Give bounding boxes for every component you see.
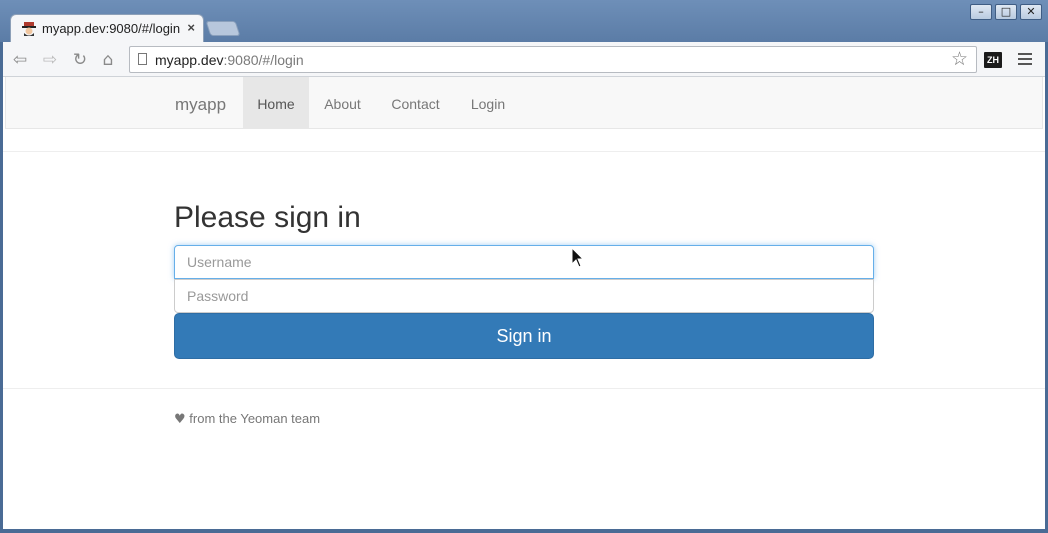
page-viewport: myapp Home About Contact Login Please si… [3,77,1045,529]
zh-extension-icon[interactable]: ZH [984,52,1002,68]
browser-toolbar: ⇦ ⇨ ↻ ⌂ myapp.dev:9080/#/login ☆ [3,42,1045,77]
username-input[interactable] [174,245,874,279]
nav-item-home[interactable]: Home [243,77,309,128]
maximize-button[interactable]: □ [995,4,1017,20]
nav-item-login[interactable]: Login [455,77,521,128]
url-text: myapp.dev:9080/#/login [155,52,304,68]
page-icon [138,53,147,65]
navbar-brand[interactable]: myapp [175,95,226,115]
password-input[interactable] [174,279,874,313]
yeoman-favicon-icon [22,22,36,36]
divider [3,151,1045,152]
address-bar[interactable]: myapp.dev:9080/#/login ☆ [129,46,977,73]
window-controls: – □ ✕ [970,4,1042,20]
window-titlebar: myapp.dev:9080/#/login × – □ ✕ [0,0,1048,42]
close-window-button[interactable]: ✕ [1020,4,1042,20]
footer-text: from the Yeoman team [189,411,321,426]
browser-menu-icon[interactable] [1018,53,1032,68]
bookmark-star-icon[interactable]: ☆ [951,48,968,70]
site-navbar: myapp Home About Contact Login [5,77,1043,129]
tab-close-icon[interactable]: × [187,20,195,36]
page-title: Please sign in [174,201,361,234]
nav-item-contact[interactable]: Contact [376,77,455,128]
mouse-cursor-icon [571,247,585,268]
minimize-button[interactable]: – [970,4,992,20]
sign-in-button[interactable]: Sign in [174,313,874,359]
url-path: :9080/#/login [223,52,304,68]
divider [3,388,1045,389]
new-tab-button[interactable] [205,21,241,36]
nav-item-about[interactable]: About [309,77,376,128]
url-host: myapp.dev [155,52,224,68]
heart-icon: ♥ [174,412,186,427]
footer: ♥ from the Yeoman team [174,411,320,428]
forward-icon[interactable]: ⇨ [39,50,61,70]
tab-title: myapp.dev:9080/#/login [42,21,181,36]
reload-icon[interactable]: ↻ [69,50,91,70]
back-icon[interactable]: ⇦ [9,50,31,70]
home-icon[interactable]: ⌂ [97,50,119,70]
browser-tab[interactable]: myapp.dev:9080/#/login × [10,14,204,42]
